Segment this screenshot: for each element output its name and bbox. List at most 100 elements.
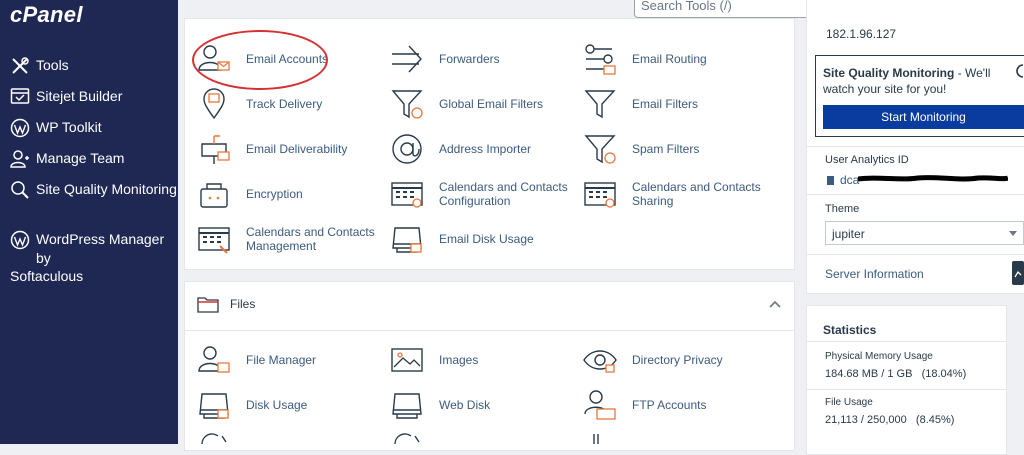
server-information-link[interactable]: Server Information xyxy=(825,267,924,281)
sidebar-item-label: Site Quality Monitoring xyxy=(36,181,177,197)
tool-address-importer[interactable]: Address Importer xyxy=(389,132,531,166)
chevron-up-icon[interactable] xyxy=(768,299,782,309)
sidebar-item-label: Tools xyxy=(36,57,69,73)
tool-email-disk-usage[interactable]: Email Disk Usage xyxy=(389,222,534,256)
ftp-accounts-icon xyxy=(584,390,616,420)
sidebar-item-site-quality-monitoring[interactable]: Site Quality Monitoring xyxy=(10,180,177,200)
sidebar-item-label: WordPress Manager by xyxy=(36,231,165,266)
tool-label: Email Disk Usage xyxy=(439,232,534,246)
chart-icon[interactable] xyxy=(1012,261,1024,285)
tool-label: Forwarders xyxy=(439,52,500,66)
sitejet-icon xyxy=(10,88,30,104)
tool-label: FTP Accounts xyxy=(632,398,707,412)
tool-disk-usage[interactable]: Disk Usage xyxy=(196,388,307,422)
sidebar-item-label: WP Toolkit xyxy=(36,119,102,135)
memory-usage-value: 184.68 MB / 1 GB (18.04%) xyxy=(825,368,967,380)
theme-select[interactable]: jupiter xyxy=(825,221,1024,245)
folder-icon xyxy=(197,297,219,313)
calendar-icon xyxy=(391,182,423,208)
file-usage-label: File Usage xyxy=(825,397,873,408)
sidebar-item-wordpress-manager[interactable]: WordPress Manager by xyxy=(10,230,178,268)
disk-icon xyxy=(392,393,422,419)
search-magnify-icon xyxy=(11,181,29,199)
tool-label: Calendars and Contacts Sharing xyxy=(632,180,761,208)
file-usage-value: 21,113 / 250,000 (8.45%) xyxy=(825,414,955,426)
image-icon xyxy=(391,348,423,372)
partial-tool-icon xyxy=(593,434,599,444)
tool-spam-filters[interactable]: Spam Filters xyxy=(582,132,699,166)
team-icon xyxy=(10,150,29,168)
calendar-icon xyxy=(198,227,230,254)
tool-calendars-contacts-configuration[interactable]: Calendars and Contacts Configuration xyxy=(389,177,569,211)
caret-down-icon xyxy=(1009,231,1017,236)
tool-label: Address Importer xyxy=(439,142,532,156)
tool-email-routing[interactable]: Email Routing xyxy=(582,42,707,76)
ip-address: 182.1.96.127 xyxy=(826,27,897,41)
tool-email-deliverability[interactable]: Email Deliverability xyxy=(196,132,347,166)
start-monitoring-button[interactable]: Start Monitoring xyxy=(823,105,1024,129)
disk-icon xyxy=(199,393,229,419)
tool-label: File Manager xyxy=(246,353,317,367)
divider xyxy=(807,194,1024,195)
sqm-title: Site Quality Monitoring xyxy=(823,66,955,80)
tool-label: Calendars and Contacts Management xyxy=(246,225,375,253)
tool-calendars-contacts-management[interactable]: Calendars and Contacts Management xyxy=(196,222,376,256)
sidebar-item-tools[interactable]: Tools xyxy=(10,56,69,76)
sidebar-item-label: Manage Team xyxy=(36,150,125,166)
tool-track-delivery[interactable]: Track Delivery xyxy=(196,87,322,121)
tool-global-email-filters[interactable]: Global Email Filters xyxy=(389,87,543,121)
sidebar-item-label: Sitejet Builder xyxy=(36,88,123,104)
cpanel-logo[interactable]: cPanel xyxy=(10,2,83,28)
divider xyxy=(807,146,1024,147)
tool-label: Email Deliverability xyxy=(246,142,348,156)
divider xyxy=(807,254,1024,255)
filter-globe-icon xyxy=(391,90,423,119)
sidebar: cPanel Tools Sitejet Builder WP Toolkit … xyxy=(0,0,178,444)
files-section-title[interactable]: Files xyxy=(230,297,255,311)
analytics-label: User Analytics ID xyxy=(825,154,909,166)
sqm-text-1: - We'll xyxy=(954,66,991,80)
eye-icon xyxy=(583,350,617,373)
encryption-icon xyxy=(200,183,228,208)
tool-directory-privacy[interactable]: Directory Privacy xyxy=(582,343,723,377)
tool-label: Spam Filters xyxy=(632,142,700,156)
tool-label: Global Email Filters xyxy=(439,97,544,111)
tool-web-disk[interactable]: Web Disk xyxy=(389,388,490,422)
tool-email-filters[interactable]: Email Filters xyxy=(582,87,698,121)
wordpress-icon xyxy=(10,230,30,250)
partial-tool-icon xyxy=(394,433,420,444)
tool-file-manager[interactable]: File Manager xyxy=(196,343,316,377)
tool-label: Disk Usage xyxy=(246,398,308,412)
sidebar-item-sitejet-builder[interactable]: Sitejet Builder xyxy=(10,87,122,107)
filter-icon xyxy=(584,90,616,119)
tool-images[interactable]: Images xyxy=(389,343,478,377)
tool-label: Email Filters xyxy=(632,97,699,111)
statistics-title: Statistics xyxy=(823,323,877,337)
wordpress-icon xyxy=(10,118,30,138)
files-divider xyxy=(185,330,794,331)
spam-filter-icon xyxy=(584,135,616,164)
sidebar-item-wp-toolkit[interactable]: WP Toolkit xyxy=(10,118,102,138)
close-icon[interactable] xyxy=(1016,64,1024,78)
tool-forwarders[interactable]: Forwarders xyxy=(389,42,500,76)
tool-calendars-contacts-sharing[interactable]: Calendars and Contacts Sharing xyxy=(582,177,762,211)
tool-label: Encryption xyxy=(246,187,303,201)
sidebar-item-manage-team[interactable]: Manage Team xyxy=(10,149,124,169)
divider xyxy=(807,341,1006,342)
partial-tool-icon xyxy=(201,433,227,444)
tool-ftp-accounts[interactable]: FTP Accounts xyxy=(582,388,706,422)
analytics-id: dca xyxy=(840,173,860,187)
tool-label: Images xyxy=(439,353,479,367)
tool-label: Calendars and Contacts Configuration xyxy=(439,180,568,208)
theme-label: Theme xyxy=(825,203,860,215)
general-info-panel xyxy=(806,0,1024,294)
disk-icon xyxy=(392,227,422,253)
copy-icon[interactable] xyxy=(826,175,835,186)
divider xyxy=(807,389,1006,390)
forwarders-icon xyxy=(392,45,422,73)
memory-usage-label: Physical Memory Usage xyxy=(825,351,933,362)
email-routing-icon xyxy=(585,44,616,75)
tool-encryption[interactable]: Encryption xyxy=(196,177,303,211)
at-sign-icon xyxy=(392,134,422,164)
theme-value: jupiter xyxy=(832,227,865,241)
